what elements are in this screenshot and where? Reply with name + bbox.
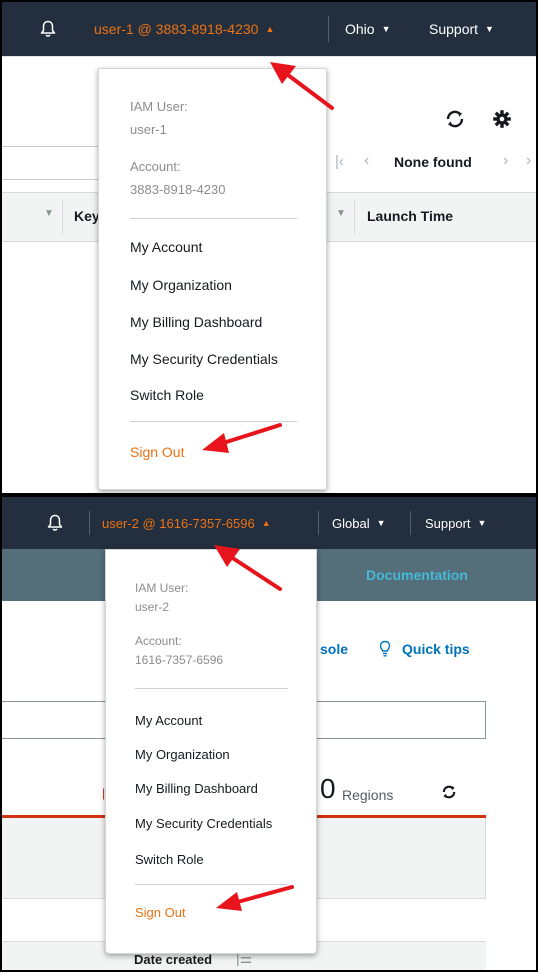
- filter-search-input[interactable]: [2, 146, 99, 180]
- menu-divider: [130, 218, 297, 219]
- previous-page-icon[interactable]: ‹: [364, 152, 369, 170]
- pagination-status: None found: [394, 154, 472, 170]
- column-header-launch-time[interactable]: Launch Time: [367, 208, 453, 224]
- menu-divider: [135, 688, 288, 689]
- iam-user-label: IAM User:: [135, 581, 189, 595]
- nav-separator: [328, 16, 329, 42]
- menu-item-my-billing-dashboard[interactable]: My Billing Dashboard: [135, 781, 258, 796]
- caret-up-icon: ▲: [261, 518, 271, 528]
- caret-up-icon: ▲: [265, 24, 275, 34]
- header-divider: [2, 56, 536, 57]
- column-header-date-created[interactable]: Date created: [134, 952, 212, 967]
- user-account-menu-toggle[interactable]: user-2 @ 1616-7357-6596 ▲: [102, 497, 271, 549]
- menu-item-my-organization[interactable]: My Organization: [130, 277, 232, 293]
- user-account-dropdown: IAM User: user-1 Account: 3883-8918-4230…: [98, 68, 327, 490]
- top-navigation-bar: user-2 @ 1616-7357-6596 ▲ Global ▼ Suppo…: [2, 497, 536, 549]
- account-id-value: 1616-7357-6596: [135, 653, 224, 667]
- documentation-link[interactable]: Documentation: [366, 567, 468, 583]
- region-selector[interactable]: Global ▼: [332, 497, 386, 549]
- regions-count: 0: [320, 773, 336, 804]
- caret-down-icon: ▼: [376, 518, 386, 528]
- caret-down-icon: ▼: [381, 24, 391, 34]
- sort-caret-icon[interactable]: ▼: [44, 208, 54, 219]
- column-header-key[interactable]: Key: [74, 208, 100, 224]
- support-menu[interactable]: Support ▼: [425, 497, 486, 549]
- menu-item-switch-role[interactable]: Switch Role: [135, 852, 204, 867]
- support-label: Support: [425, 515, 471, 531]
- sign-out-button[interactable]: Sign Out: [135, 905, 186, 920]
- menu-divider: [135, 884, 288, 885]
- region-selector[interactable]: Ohio ▼: [345, 2, 391, 56]
- first-page-icon[interactable]: |‹: [335, 153, 344, 170]
- iam-user-value: user-1: [130, 122, 167, 137]
- menu-divider: [130, 421, 297, 422]
- lightbulb-icon: [379, 640, 391, 657]
- settings-gear-icon[interactable]: [492, 109, 512, 129]
- user-account-label: user-1 @ 3883-8918-4230: [94, 21, 259, 37]
- menu-item-switch-role[interactable]: Switch Role: [130, 387, 204, 403]
- console-link[interactable]: sole: [320, 641, 348, 657]
- nav-separator: [410, 511, 411, 535]
- refresh-icon[interactable]: [444, 108, 466, 130]
- menu-item-my-account[interactable]: My Account: [130, 239, 202, 255]
- region-label: Ohio: [345, 21, 375, 37]
- account-label: Account:: [135, 634, 182, 648]
- support-menu[interactable]: Support ▼: [429, 2, 494, 56]
- iam-user-label: IAM User:: [130, 99, 188, 114]
- top-navigation-bar: user-1 @ 3883-8918-4230 ▲ Ohio ▼ Support…: [2, 2, 536, 56]
- caret-down-icon: ▼: [477, 518, 487, 528]
- menu-item-my-security-credentials[interactable]: My Security Credentials: [135, 816, 272, 831]
- region-label: Global: [332, 515, 370, 531]
- screenshot-panel-1: user-1 @ 3883-8918-4230 ▲ Ohio ▼ Support…: [0, 0, 538, 495]
- user-account-dropdown: IAM User: user-2 Account: 1616-7357-6596…: [105, 549, 317, 954]
- account-label: Account:: [130, 159, 181, 174]
- sort-caret-icon[interactable]: ▼: [336, 208, 346, 219]
- bell-icon[interactable]: [40, 2, 56, 56]
- menu-item-my-organization[interactable]: My Organization: [135, 747, 230, 762]
- support-label: Support: [429, 21, 479, 37]
- menu-item-my-security-credentials[interactable]: My Security Credentials: [130, 351, 278, 367]
- refresh-icon[interactable]: [441, 784, 457, 800]
- quick-tips-link[interactable]: Quick tips: [402, 641, 470, 657]
- menu-item-my-billing-dashboard[interactable]: My Billing Dashboard: [130, 314, 262, 330]
- column-separator: [62, 200, 63, 234]
- column-separator: [354, 200, 355, 234]
- nav-separator: [318, 511, 319, 535]
- iam-user-value: user-2: [135, 600, 170, 614]
- next-page-icon[interactable]: ›: [503, 152, 508, 170]
- caret-down-icon: ▼: [485, 24, 494, 34]
- regions-label: Regions: [342, 787, 394, 803]
- menu-item-my-account[interactable]: My Account: [135, 713, 202, 728]
- last-page-icon[interactable]: ›: [526, 152, 531, 170]
- user-account-menu-toggle[interactable]: user-1 @ 3883-8918-4230 ▲: [94, 2, 274, 56]
- nav-separator: [89, 511, 90, 535]
- screenshot-panel-2: user-2 @ 1616-7357-6596 ▲ Global ▼ Suppo…: [0, 495, 538, 972]
- user-account-label: user-2 @ 1616-7357-6596: [102, 515, 255, 531]
- account-id-value: 3883-8918-4230: [130, 182, 226, 197]
- sign-out-button[interactable]: Sign Out: [130, 444, 184, 460]
- bell-icon[interactable]: [47, 497, 63, 549]
